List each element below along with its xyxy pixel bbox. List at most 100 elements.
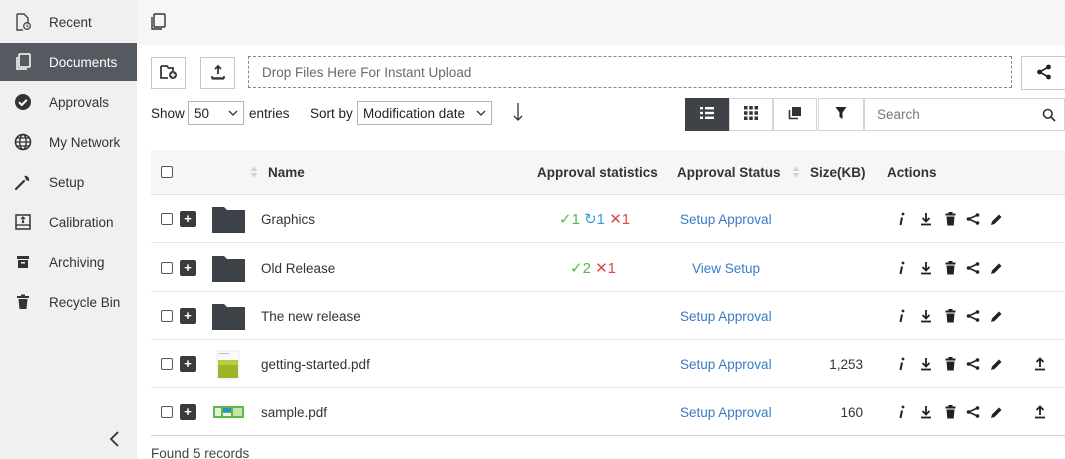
select-all-checkbox[interactable] — [161, 166, 173, 178]
chevron-left-icon[interactable] — [104, 428, 124, 450]
folder-icon — [212, 205, 245, 233]
column-actions: Actions — [887, 165, 937, 180]
share-icon[interactable] — [965, 355, 981, 373]
approval-status-link[interactable]: Setup Approval — [680, 405, 772, 420]
sidebar-item-recent[interactable]: Recent — [0, 3, 137, 41]
expand-plus-icon[interactable]: + — [180, 404, 196, 420]
info-icon[interactable] — [894, 259, 910, 277]
edit-pencil-icon[interactable] — [988, 355, 1004, 373]
sidebar-item-documents[interactable]: Documents — [0, 43, 137, 81]
filter-icon — [835, 106, 847, 123]
column-size[interactable]: Size(KB) — [792, 165, 866, 180]
entries-select[interactable]: 50 — [188, 101, 244, 125]
share-icon[interactable] — [965, 403, 981, 421]
row-checkbox[interactable] — [161, 358, 173, 370]
table-row[interactable]: + The new release Setup Approval — [151, 292, 1065, 340]
calibration-icon — [13, 212, 33, 232]
info-icon[interactable] — [894, 403, 910, 421]
row-checkbox[interactable] — [161, 310, 173, 322]
expand-plus-icon[interactable]: + — [180, 356, 196, 372]
info-icon[interactable] — [894, 307, 910, 325]
edit-pencil-icon[interactable] — [988, 307, 1004, 325]
approval-stats: ✓2 ✕1 — [570, 259, 616, 277]
download-icon[interactable] — [918, 403, 934, 421]
header-bar — [137, 0, 1065, 45]
edit-pencil-icon[interactable] — [988, 403, 1004, 421]
grid-view-button[interactable] — [729, 98, 773, 131]
entries-label: entries — [249, 106, 290, 121]
wrench-icon — [13, 172, 33, 192]
download-icon[interactable] — [918, 210, 934, 228]
sidebar-item-approvals[interactable]: Approvals — [0, 83, 137, 121]
documents-icon — [13, 52, 33, 72]
file-name[interactable]: Old Release — [261, 261, 335, 276]
expand-plus-icon[interactable]: + — [180, 260, 196, 276]
download-icon[interactable] — [918, 307, 934, 325]
sidebar-item-label: Setup — [49, 174, 85, 190]
delete-icon[interactable] — [942, 403, 958, 421]
list-view-button[interactable] — [685, 98, 729, 131]
upload-button[interactable] — [200, 57, 235, 89]
approval-status-link[interactable]: Setup Approval — [680, 357, 772, 372]
table-row[interactable]: + Old Release ✓2 ✕1 View Setup — [151, 244, 1065, 292]
file-name[interactable]: Graphics — [261, 212, 315, 227]
rejected-x-icon: ✕ — [609, 211, 622, 228]
approval-status-link[interactable]: View Setup — [692, 261, 760, 276]
upload-version-icon[interactable] — [1032, 355, 1048, 373]
search-input[interactable] — [877, 107, 1037, 122]
row-checkbox[interactable] — [161, 213, 173, 225]
share-icon[interactable] — [965, 210, 981, 228]
sort-direction-icon[interactable] — [512, 102, 524, 122]
approved-count: 1 — [571, 211, 580, 228]
sort-select[interactable]: Modification date — [357, 101, 492, 125]
column-name-label: Name — [268, 165, 305, 180]
sidebar-item-my-network[interactable]: My Network — [0, 123, 137, 161]
sidebar-item-recycle-bin[interactable]: Recycle Bin — [0, 283, 137, 321]
download-icon[interactable] — [918, 355, 934, 373]
copy-button[interactable] — [773, 98, 817, 131]
sidebar-item-label: Recycle Bin — [49, 294, 121, 310]
file-name[interactable]: getting-started.pdf — [261, 357, 370, 372]
file-name[interactable]: sample.pdf — [261, 405, 327, 420]
upload-icon — [210, 64, 226, 83]
grid-view-icon — [743, 105, 759, 124]
share-icon[interactable] — [965, 259, 981, 277]
approval-status-link[interactable]: Setup Approval — [680, 309, 772, 324]
edit-pencil-icon[interactable] — [988, 210, 1004, 228]
row-checkbox[interactable] — [161, 406, 173, 418]
delete-icon[interactable] — [942, 210, 958, 228]
file-dropzone[interactable]: Drop Files Here For Instant Upload — [248, 56, 1012, 88]
row-checkbox[interactable] — [161, 262, 173, 274]
globe-icon — [13, 132, 33, 152]
approval-status-link[interactable]: Setup Approval — [680, 212, 772, 227]
table-row[interactable]: + getting-started.pdf Setup Approval 1,2… — [151, 340, 1065, 388]
delete-icon[interactable] — [942, 259, 958, 277]
table-row[interactable]: + sample.pdf Setup Approval 160 — [151, 388, 1065, 436]
expand-plus-icon[interactable]: + — [180, 308, 196, 324]
edit-pencil-icon[interactable] — [988, 259, 1004, 277]
archive-icon — [13, 252, 33, 272]
share-icon[interactable] — [965, 307, 981, 325]
sort-by-label: Sort by — [310, 106, 353, 121]
file-size: 1,253 — [829, 357, 863, 372]
filter-button[interactable] — [818, 98, 864, 131]
expand-plus-icon[interactable]: + — [180, 211, 196, 227]
approval-check-icon — [13, 92, 33, 112]
sidebar-item-archiving[interactable]: Archiving — [0, 243, 137, 281]
new-folder-button[interactable] — [151, 57, 186, 89]
column-name[interactable]: Name — [250, 165, 305, 180]
sidebar-item-setup[interactable]: Setup — [0, 163, 137, 201]
table-header: Name Approval statistics Approval Status… — [151, 150, 1065, 195]
sidebar-item-calibration[interactable]: Calibration — [0, 203, 137, 241]
download-icon[interactable] — [918, 259, 934, 277]
info-icon[interactable] — [894, 355, 910, 373]
upload-version-icon[interactable] — [1032, 403, 1048, 421]
search-icon[interactable] — [1042, 108, 1056, 125]
info-icon[interactable] — [894, 210, 910, 228]
sidebar-item-label: Documents — [49, 54, 118, 70]
delete-icon[interactable] — [942, 307, 958, 325]
file-name[interactable]: The new release — [261, 309, 361, 324]
table-row[interactable]: + Graphics ✓1 ↻1 ✕1 Setup Approval — [151, 195, 1065, 243]
delete-icon[interactable] — [942, 355, 958, 373]
share-button[interactable] — [1021, 56, 1065, 90]
